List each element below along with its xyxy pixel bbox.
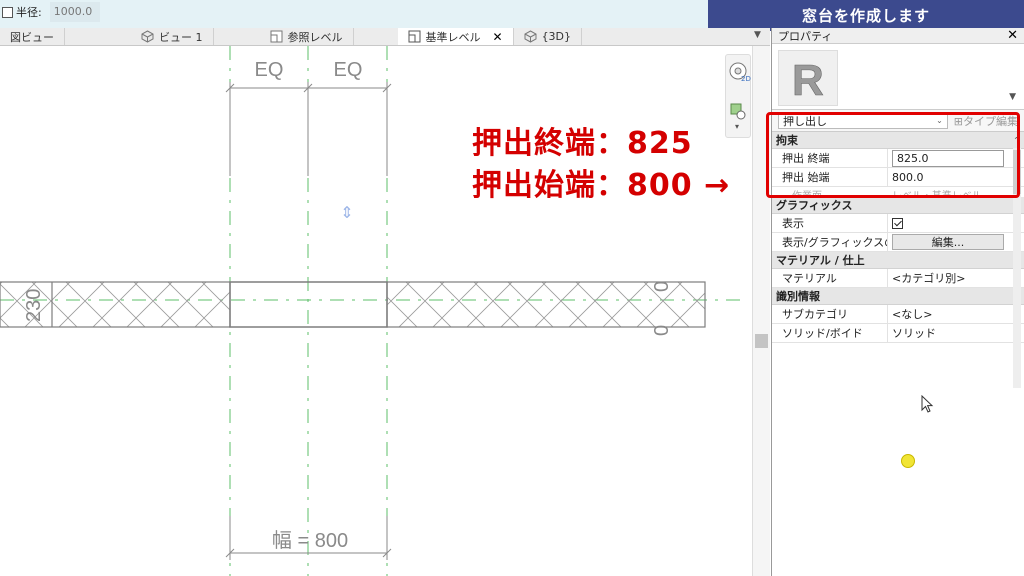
property-label: サブカテゴリ xyxy=(772,305,888,323)
property-label: ソリッド/ボイド xyxy=(772,324,888,342)
eq-label-right: EQ xyxy=(334,59,363,81)
click-highlight-icon xyxy=(901,454,915,468)
properties-header: プロパティ ✕ xyxy=(772,28,1024,44)
zoom-icon[interactable]: ▾ xyxy=(727,101,751,131)
view-tab-bar: 図ビュー ビュー 1 参照レベル 基準レベル ✕ {3D} xyxy=(0,28,770,46)
radius-label: 半径: xyxy=(16,6,42,19)
chevron-down-icon[interactable]: ▼ xyxy=(754,30,761,40)
tab-reference-level[interactable]: 参照レベル xyxy=(214,28,354,45)
category-label: マテリアル / 仕上 xyxy=(776,254,865,267)
tab-view-1[interactable]: ビュー 1 xyxy=(65,28,214,45)
tab-label: 基準レベル xyxy=(425,30,481,44)
right-dimension-top[interactable]: 0 xyxy=(651,281,673,292)
category-label: 識別情報 xyxy=(776,290,820,303)
eq-label-left: EQ xyxy=(255,59,284,81)
svg-text:▾: ▾ xyxy=(735,122,739,131)
annotation-extrusion-end: 押出終端：825 xyxy=(472,126,693,161)
tab-floor-plan[interactable]: 図ビュー xyxy=(0,28,65,45)
eq-dimension[interactable] xyxy=(225,82,392,176)
chevron-down-icon[interactable]: ▼ xyxy=(1009,92,1016,102)
tab-label: 図ビュー xyxy=(10,30,54,44)
mouse-pointer-icon xyxy=(921,395,934,413)
material-value[interactable]: <カテゴリ別> xyxy=(888,269,1024,287)
property-row-solid-void[interactable]: ソリッド/ボイド ソリッド xyxy=(772,324,1024,343)
tab-3d[interactable]: {3D} xyxy=(514,28,583,45)
svg-text:R: R xyxy=(792,56,824,101)
instruction-banner: 窓台を作成します xyxy=(708,0,1024,31)
tab-label: 参照レベル xyxy=(287,30,343,44)
tab-label: {3D} xyxy=(541,30,572,43)
right-dimension-bottom[interactable]: 0 xyxy=(651,325,673,336)
close-icon[interactable]: ✕ xyxy=(493,30,503,44)
properties-palette: プロパティ ✕ R ▼ 押し出し ⌄ ⊞タイプ編集 拘束 ⌃ 押出 終端 825.… xyxy=(771,28,1024,576)
scrollbar-thumb[interactable] xyxy=(755,334,768,348)
width-dimension-label: 幅 = 800 xyxy=(272,529,348,552)
navigation-bar: 2D ▾ xyxy=(725,54,751,138)
annotation-extrusion-start: 押出始端：800 → xyxy=(472,168,731,203)
level-view-icon xyxy=(270,30,282,43)
wall-section[interactable] xyxy=(0,281,706,328)
property-row-visible[interactable]: 表示 xyxy=(772,214,1024,233)
property-row-vis-graphics[interactable]: 表示/グラフィックスの... 編集... xyxy=(772,233,1024,252)
category-identity[interactable]: 識別情報⌃ xyxy=(772,288,1024,305)
close-icon[interactable]: ✕ xyxy=(1007,28,1018,43)
category-graphics[interactable]: グラフィックス⌃ xyxy=(772,197,1024,214)
solid-void-value[interactable]: ソリッド xyxy=(888,324,1024,342)
flip-arrows-icon[interactable]: ⇕ xyxy=(340,203,353,222)
tab-base-level[interactable]: 基準レベル ✕ xyxy=(397,28,514,45)
visible-checkbox[interactable] xyxy=(892,217,903,229)
category-materials[interactable]: マテリアル / 仕上⌃ xyxy=(772,252,1024,269)
property-label: 表示/グラフィックスの... xyxy=(772,233,888,251)
highlight-box xyxy=(766,112,1020,198)
family-thumbnail: R xyxy=(778,50,838,106)
thickness-dimension[interactable]: 230 xyxy=(23,289,45,322)
category-label: グラフィックス xyxy=(776,199,853,212)
property-row-material[interactable]: マテリアル <カテゴリ別> xyxy=(772,269,1024,288)
radius-option: 半径: 1000.0 xyxy=(0,0,100,24)
subcategory-value[interactable]: <なし> xyxy=(888,305,1024,323)
property-row-subcategory[interactable]: サブカテゴリ <なし> xyxy=(772,305,1024,324)
level-view-icon xyxy=(408,30,420,43)
radius-input[interactable]: 1000.0 xyxy=(49,2,100,22)
edit-vis-graphics-button[interactable]: 編集... xyxy=(892,234,1004,250)
svg-text:2D: 2D xyxy=(741,75,751,83)
steering-wheel-icon[interactable]: 2D xyxy=(727,59,751,89)
3d-view-icon xyxy=(524,30,537,43)
property-label: 表示 xyxy=(772,214,888,232)
properties-title: プロパティ xyxy=(778,29,833,43)
tab-label: ビュー 1 xyxy=(159,30,203,44)
property-label: マテリアル xyxy=(772,269,888,287)
revit-logo: R xyxy=(792,56,824,101)
3d-view-icon xyxy=(141,30,154,43)
type-selector[interactable]: R ▼ xyxy=(772,44,1024,110)
radius-checkbox[interactable] xyxy=(2,6,13,18)
